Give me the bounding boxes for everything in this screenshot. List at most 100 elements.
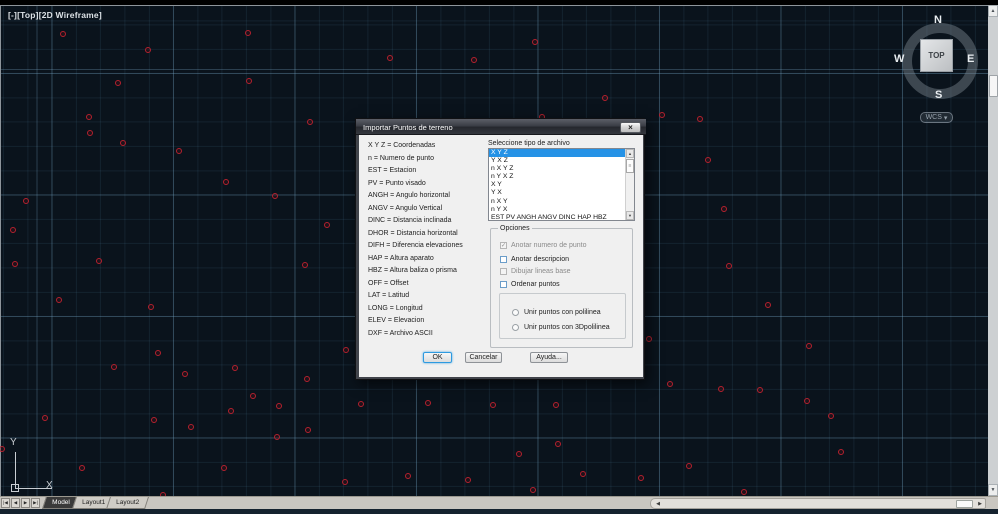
cancel-button[interactable]: Cancelar: [465, 352, 502, 363]
file-type-option[interactable]: n X Y Z: [489, 165, 634, 173]
survey-point: [804, 398, 810, 404]
survey-point: [405, 473, 411, 479]
survey-point: [667, 381, 673, 387]
listbox-scroll-up-icon[interactable]: ▲: [626, 149, 634, 158]
legend-item: HAP = Altura aparato: [368, 253, 486, 266]
survey-point: [276, 403, 282, 409]
survey-point: [245, 30, 251, 36]
checkbox[interactable]: [500, 281, 507, 288]
tab-nav-icon[interactable]: |◀: [1, 498, 10, 508]
viewcube-south[interactable]: S: [935, 89, 942, 101]
close-button[interactable]: ×: [620, 122, 641, 133]
listbox-scrollbar[interactable]: ▲ ≡ ▼: [625, 149, 634, 220]
radio-row: Unir puntos con 3Dpolilinea: [512, 323, 610, 332]
checkbox-row: ✓Anotar numero de punto: [500, 241, 587, 250]
format-legend: X Y Z = Coordenadasn = Numero de puntoES…: [368, 140, 486, 340]
survey-point: [182, 371, 188, 377]
survey-point: [726, 263, 732, 269]
listbox-scroll-down-icon[interactable]: ▼: [626, 211, 634, 220]
legend-item: DINC = Distancia inclinada: [368, 215, 486, 228]
vertical-scrollbar[interactable]: ▲ ▼: [988, 5, 998, 496]
tab-nav-icon[interactable]: ▶: [21, 498, 30, 508]
viewport-controls-label[interactable]: [-][Top][2D Wireframe]: [8, 10, 102, 20]
tab-layout2[interactable]: Layout2: [106, 497, 149, 509]
radio-button[interactable]: [512, 324, 519, 331]
survey-point: [56, 297, 62, 303]
legend-item: n = Numero de punto: [368, 153, 486, 166]
file-type-listbox[interactable]: X Y ZY X Zn X Y Zn Y X ZX YY Xn X Yn Y X…: [488, 148, 635, 221]
checkbox: [500, 268, 507, 275]
survey-point: [532, 39, 538, 45]
survey-point: [471, 57, 477, 63]
vertical-scroll-thumb[interactable]: [989, 75, 998, 97]
viewcube-west[interactable]: W: [894, 53, 904, 65]
file-type-label: Seleccione tipo de archivo: [488, 140, 570, 147]
survey-point: [274, 434, 280, 440]
survey-point: [305, 427, 311, 433]
checkbox: ✓: [500, 242, 507, 249]
survey-point: [60, 31, 66, 37]
file-type-option[interactable]: EST PV ANGH ANGV DINC HAP HBZ: [489, 214, 634, 222]
survey-point: [250, 393, 256, 399]
help-button[interactable]: Ayuda...: [530, 352, 568, 363]
survey-point: [343, 347, 349, 353]
ucs-y-axis: [15, 452, 16, 488]
survey-point: [223, 179, 229, 185]
survey-point: [228, 408, 234, 414]
viewcube-north[interactable]: N: [934, 14, 942, 26]
polyline-options-group: Unir puntos con polilinea Unir puntos con…: [499, 293, 626, 339]
survey-point: [151, 417, 157, 423]
checkbox-row: Anotar descripcion: [500, 255, 569, 264]
ucs-icon: Y X: [7, 438, 65, 496]
survey-point: [838, 449, 844, 455]
survey-point: [358, 401, 364, 407]
survey-point: [79, 465, 85, 471]
scroll-up-icon[interactable]: ▲: [988, 5, 998, 17]
radio-button[interactable]: [512, 309, 519, 316]
checkbox-row: Ordenar puntos: [500, 280, 560, 289]
legend-item: LAT = Latitud: [368, 290, 486, 303]
radio-row: Unir puntos con polilinea: [512, 308, 601, 317]
checkbox[interactable]: [500, 256, 507, 263]
viewcube-top-face[interactable]: TOP: [920, 39, 953, 72]
horizontal-scrollbar[interactable]: ◀ ▶: [650, 498, 986, 509]
file-type-option[interactable]: X Y Z: [489, 149, 634, 157]
legend-item: DXF = Archivo ASCII: [368, 328, 486, 341]
ucs-x-axis-label: X: [46, 480, 53, 491]
file-type-option[interactable]: Y X Z: [489, 157, 634, 165]
survey-point: [188, 424, 194, 430]
scroll-left-icon[interactable]: ◀: [654, 500, 662, 507]
survey-point: [246, 78, 252, 84]
tab-nav-buttons: |◀◀▶▶|: [1, 498, 40, 508]
listbox-scroll-thumb[interactable]: ≡: [626, 159, 634, 173]
viewcube-east[interactable]: E: [967, 53, 974, 65]
legend-item: DIFH = Diferencia elevaciones: [368, 240, 486, 253]
file-type-option[interactable]: n Y X: [489, 206, 634, 214]
tab-nav-icon[interactable]: ◀: [11, 498, 20, 508]
dialog-titlebar[interactable]: Importar Puntos de terreno ×: [356, 119, 646, 135]
file-type-option[interactable]: X Y: [489, 181, 634, 189]
dialog-body: X Y Z = Coordenadasn = Numero de punto ES…: [359, 135, 643, 377]
file-type-option[interactable]: n Y X Z: [489, 173, 634, 181]
layout-tab-bar: |◀◀▶▶| Model Layout1 Layout2 ◀ ▶: [0, 496, 998, 509]
scroll-right-icon[interactable]: ▶: [976, 500, 984, 507]
horizontal-scroll-thumb[interactable]: [956, 500, 973, 508]
legend-item: X Y Z = Coordenadas: [368, 140, 486, 153]
survey-point: [42, 415, 48, 421]
survey-point: [115, 80, 121, 86]
ok-button[interactable]: OK: [423, 352, 452, 363]
survey-point: [697, 116, 703, 122]
survey-point: [111, 364, 117, 370]
dialog-title: Importar Puntos de terreno: [363, 123, 453, 132]
scroll-down-icon[interactable]: ▼: [988, 484, 998, 496]
file-type-option[interactable]: Y X: [489, 189, 634, 197]
file-type-option[interactable]: n X Y: [489, 198, 634, 206]
checkbox-row: Dibujar lineas base: [500, 267, 571, 276]
tab-nav-icon[interactable]: ▶|: [31, 498, 40, 508]
wcs-button[interactable]: WCS ▾: [920, 112, 953, 123]
survey-point: [304, 376, 310, 382]
survey-point: [87, 130, 93, 136]
application-window: [-][Top][2D Wireframe] Y X N S W E TOP W…: [0, 0, 998, 514]
survey-point: [155, 350, 161, 356]
survey-point: [686, 463, 692, 469]
